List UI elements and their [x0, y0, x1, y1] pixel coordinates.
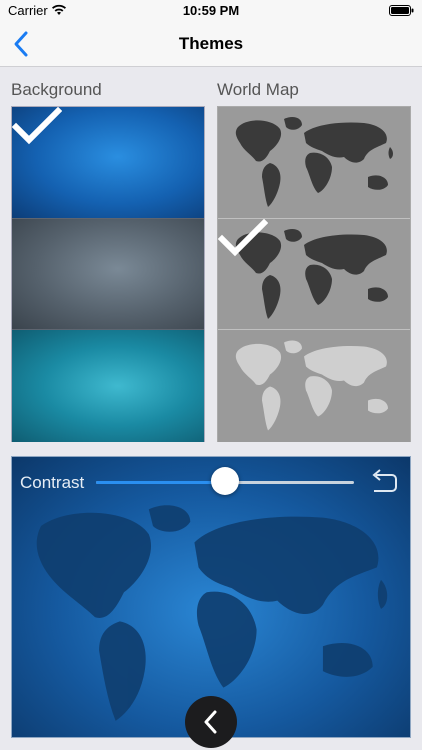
status-time: 10:59 PM — [182, 3, 240, 18]
background-options — [11, 106, 205, 442]
checkmark-icon — [218, 219, 268, 257]
contrast-slider-thumb[interactable] — [211, 467, 239, 495]
world-map-options — [217, 106, 411, 442]
background-section-label: Background — [11, 80, 102, 99]
contrast-label: Contrast — [20, 473, 85, 492]
contrast-slider-fill — [96, 481, 225, 484]
undo-icon[interactable] — [368, 469, 398, 495]
background-option-teal[interactable] — [12, 329, 204, 442]
battery-icon — [389, 5, 414, 16]
page-title: Themes — [178, 34, 244, 53]
contrast-slider[interactable] — [96, 467, 354, 495]
navigation-bar: Themes — [0, 22, 422, 67]
world-map-section-label: World Map — [217, 80, 299, 99]
world-map-icon — [235, 117, 393, 207]
world-map-option-dark[interactable] — [218, 107, 410, 218]
floating-back-button[interactable] — [185, 696, 237, 748]
chevron-left-icon — [204, 710, 217, 734]
background-option-blue[interactable] — [12, 107, 204, 218]
world-map-icon — [235, 340, 388, 431]
checkmark-icon — [12, 107, 62, 145]
background-option-slate[interactable] — [12, 218, 204, 330]
world-map-option-light[interactable] — [218, 329, 410, 442]
world-map-option-dark-selected[interactable] — [218, 218, 410, 330]
status-bar: Carrier 10:59 PM — [0, 0, 422, 22]
